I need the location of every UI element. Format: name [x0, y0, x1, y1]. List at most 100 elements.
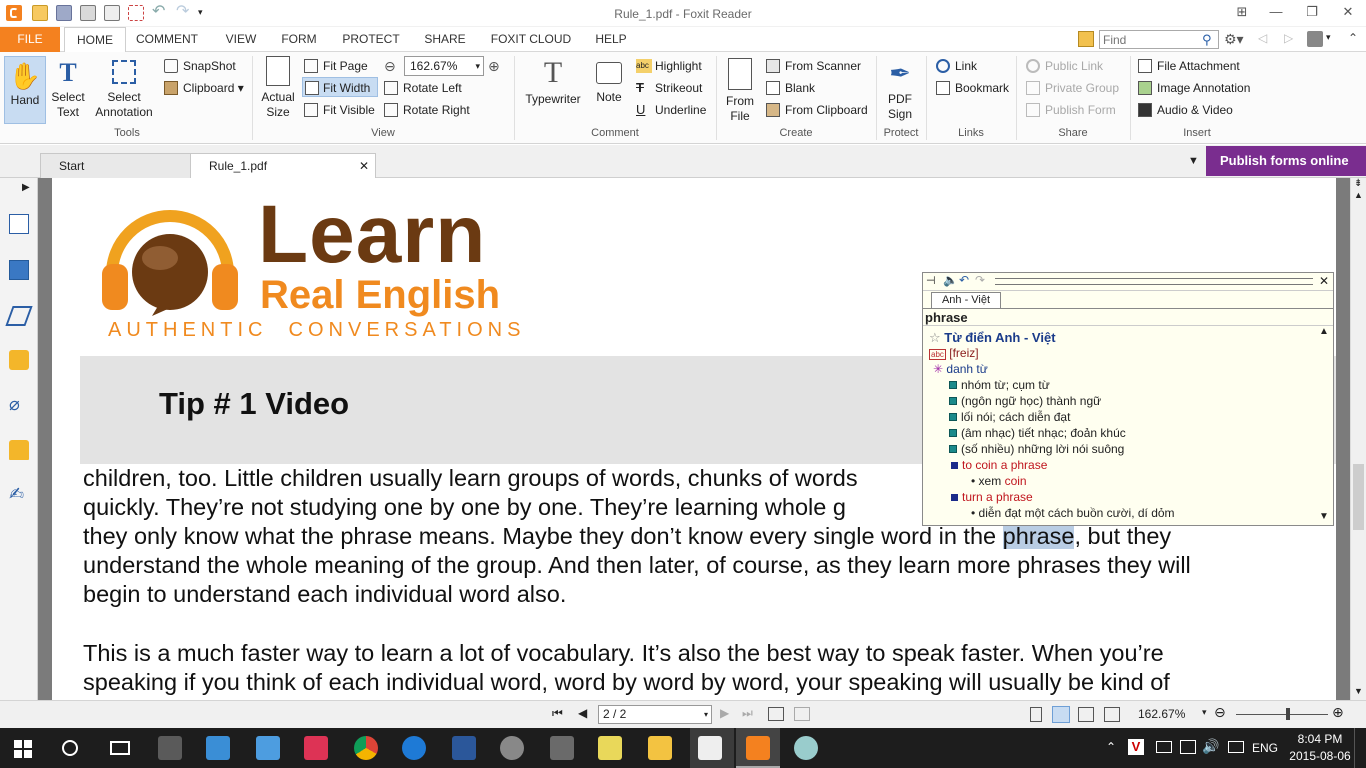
dictionary-close-icon[interactable]: ✕	[1319, 274, 1329, 288]
chrome-icon[interactable]	[354, 736, 378, 760]
select-annotation-button[interactable]: Select Annotation	[92, 58, 156, 126]
tab-share[interactable]: SHARE	[418, 27, 472, 52]
prev-page-icon[interactable]: ◀	[578, 706, 587, 720]
edge-icon[interactable]	[402, 736, 426, 760]
scroll-thumb[interactable]	[1353, 464, 1364, 530]
typewriter-button[interactable]: T Typewriter	[520, 56, 586, 124]
zoom-in-icon[interactable]: ⊕	[488, 58, 500, 75]
close-tab-icon[interactable]: ✕	[359, 154, 369, 178]
zoom-slider[interactable]	[1236, 714, 1328, 715]
network-icon[interactable]	[1180, 740, 1196, 754]
keyboard-icon[interactable]	[1228, 741, 1244, 753]
task-view-icon[interactable]	[110, 741, 130, 755]
tab-comment[interactable]: COMMENT	[130, 27, 204, 52]
first-page-icon[interactable]: ⏮	[552, 706, 563, 721]
drag-handle[interactable]	[995, 278, 1313, 285]
from-file-button[interactable]: From File	[720, 56, 760, 124]
attachments-icon[interactable]: ⌀	[9, 394, 29, 414]
flash-icon[interactable]	[500, 736, 524, 760]
battery-icon[interactable]	[1156, 741, 1172, 753]
settings-icon[interactable]: ⚙▾	[1224, 31, 1244, 48]
language-indicator[interactable]: ENG	[1252, 741, 1278, 755]
start-windows-icon[interactable]	[14, 740, 32, 758]
pages-icon[interactable]	[9, 260, 29, 280]
image-annotation-button[interactable]: Image Annotation	[1138, 78, 1250, 98]
user-icon[interactable]	[1307, 31, 1323, 47]
layers-icon[interactable]	[5, 306, 33, 326]
next-view-icon[interactable]: ▷	[1284, 31, 1293, 45]
clock-date[interactable]: 2015-08-06	[1288, 749, 1352, 763]
select-text-button[interactable]: T Select Text	[48, 58, 88, 126]
clock-time[interactable]: 8:04 PM	[1294, 732, 1346, 746]
tab-form[interactable]: FORM	[276, 27, 322, 52]
underline-button[interactable]: U Underline	[636, 100, 706, 120]
ribbon-options-icon[interactable]: ⊞	[1224, 0, 1260, 26]
dictionary-popup[interactable]: ⊣ 🔈 ↶ ↷ ✕ Anh - Việt phrase ☆ Từ điển An…	[922, 272, 1334, 526]
security-icon[interactable]	[9, 440, 29, 460]
last-page-icon[interactable]: ⏭	[742, 706, 753, 721]
publish-form-button[interactable]: Publish Form	[1026, 100, 1116, 120]
app-grid-icon[interactable]	[304, 736, 328, 760]
continuous-facing-view-icon[interactable]	[1104, 707, 1120, 722]
forward-icon[interactable]: ↷	[975, 273, 985, 287]
blank-button[interactable]: Blank	[766, 78, 815, 98]
tab-view[interactable]: VIEW	[218, 27, 264, 52]
fit-visible-button[interactable]: Fit Visible	[304, 100, 375, 120]
computer-app-icon[interactable]	[206, 736, 230, 760]
file-attachment-button[interactable]: File Attachment	[1138, 56, 1240, 76]
tab-home[interactable]: HOME	[64, 27, 126, 53]
signature-icon[interactable]: ✍	[9, 484, 29, 504]
single-page-view-icon[interactable]	[1030, 707, 1042, 722]
status-zoom-in-icon[interactable]: ⊕	[1332, 704, 1344, 721]
store-icon[interactable]	[158, 736, 182, 760]
fit-width-button[interactable]: Fit Width	[302, 77, 378, 97]
vertical-scrollbar[interactable]: ⇟ ▲ ▼	[1350, 178, 1366, 700]
tray-expand-icon[interactable]: ⌃	[1106, 740, 1116, 754]
scroll-down-icon[interactable]: ▼	[1319, 511, 1329, 522]
search-circle-icon[interactable]	[62, 740, 78, 756]
public-link-button[interactable]: Public Link	[1026, 56, 1103, 76]
prev-view-icon[interactable]: ◁	[1258, 31, 1267, 45]
paint-icon[interactable]	[794, 736, 818, 760]
tab-foxit-cloud[interactable]: FOXIT CLOUD	[484, 27, 578, 52]
from-scanner-button[interactable]: From Scanner	[766, 56, 861, 76]
rotate-right-button[interactable]: Rotate Right	[384, 100, 470, 120]
extract-page-icon[interactable]	[794, 707, 810, 721]
tab-rule-1-pdf[interactable]: Rule_1.pdf ✕	[190, 153, 376, 178]
split-icon[interactable]: ⇟	[1354, 178, 1362, 189]
private-group-button[interactable]: Private Group	[1026, 78, 1119, 98]
tray-app-icon[interactable]: V	[1128, 739, 1144, 755]
notes-app-icon[interactable]	[598, 736, 622, 760]
word-icon[interactable]	[452, 736, 476, 760]
tool-app-icon[interactable]	[550, 736, 574, 760]
tabs-dropdown-icon[interactable]: ▼	[1188, 155, 1199, 167]
facing-view-icon[interactable]	[1078, 707, 1094, 722]
pdf-sign-button[interactable]: ✒ PDF Sign	[880, 56, 920, 124]
zoom-dropdown-arrow-icon[interactable]: ▾	[1202, 707, 1207, 718]
back-icon[interactable]: ↶	[959, 273, 969, 287]
pin-icon[interactable]: ⊣	[926, 274, 936, 287]
close-button[interactable]: ✕	[1330, 0, 1366, 26]
restore-button[interactable]: ❐	[1294, 0, 1330, 26]
idiom-1-link[interactable]: coin	[1005, 474, 1027, 488]
tab-start[interactable]: Start	[40, 153, 192, 178]
fit-page-button[interactable]: Fit Page	[304, 56, 368, 76]
highlight-button[interactable]: abc Highlight	[636, 56, 702, 76]
scroll-down-arrow-icon[interactable]: ▼	[1354, 686, 1363, 696]
bookmark-button[interactable]: Bookmark	[936, 78, 1009, 98]
note-button[interactable]: Note	[590, 56, 628, 124]
from-clipboard-button[interactable]: From Clipboard	[766, 100, 868, 120]
scroll-up-icon[interactable]: ▲	[1319, 326, 1329, 337]
clipboard-button[interactable]: Clipboard ▾	[164, 78, 244, 98]
notifications-icon[interactable]	[1354, 728, 1366, 768]
file-explorer-icon[interactable]	[648, 736, 672, 760]
zoom-select[interactable]: 162.67% ▾	[404, 56, 484, 76]
rotate-left-button[interactable]: Rotate Left	[384, 78, 462, 98]
expand-pane-icon[interactable]: ▶	[22, 182, 30, 193]
hand-button[interactable]: ✋ Hand	[4, 56, 46, 124]
tab-protect[interactable]: PROTECT	[336, 27, 406, 52]
dictionary-tab[interactable]: Anh - Việt	[931, 292, 1001, 308]
find-folder-icon[interactable]	[1078, 31, 1094, 47]
insert-page-icon[interactable]	[768, 707, 784, 721]
selected-word-phrase[interactable]: phrase	[1002, 523, 1075, 549]
